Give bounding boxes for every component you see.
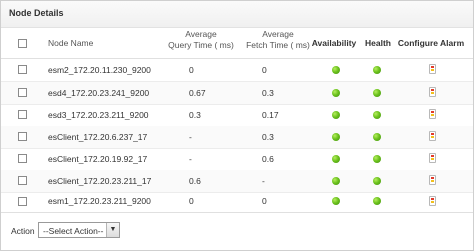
availability-status-icon bbox=[332, 197, 340, 205]
table-row: esd4_172.20.23.241_9200 0.67 0.3 bbox=[1, 82, 473, 105]
table-header: Node Name Average Query Time ( ms) Avera… bbox=[1, 28, 473, 59]
fetch-time: 0.17 bbox=[262, 110, 279, 120]
availability-status-icon bbox=[332, 66, 340, 74]
fetch-time: 0.3 bbox=[262, 132, 274, 142]
fetch-time: 0.3 bbox=[262, 88, 274, 98]
health-status-icon bbox=[373, 133, 381, 141]
table-row: esm1_172.20.23.211_9200 0 0 bbox=[1, 192, 473, 212]
action-select[interactable]: --Select Action-- ▼ bbox=[38, 222, 120, 238]
node-name[interactable]: esm1_172.20.23.211_9200 bbox=[48, 196, 151, 206]
configure-alarm-icon[interactable] bbox=[429, 131, 436, 141]
health-status-icon bbox=[373, 111, 381, 119]
query-time: 0 bbox=[189, 196, 194, 206]
header-health[interactable]: Health bbox=[362, 38, 394, 49]
health-status-icon bbox=[373, 66, 381, 74]
row-checkbox[interactable] bbox=[18, 110, 27, 119]
fetch-time: 0 bbox=[262, 65, 267, 75]
health-status-icon bbox=[373, 89, 381, 97]
health-status-icon bbox=[373, 197, 381, 205]
panel-header: Node Details bbox=[1, 1, 473, 28]
availability-status-icon bbox=[332, 155, 340, 163]
table-row: esClient_172.20.19.92_17 - 0.6 bbox=[1, 148, 473, 171]
row-checkbox[interactable] bbox=[18, 154, 27, 163]
health-status-icon bbox=[373, 155, 381, 163]
query-time: 0.3 bbox=[189, 110, 201, 120]
header-configure-alarm: Configure Alarm bbox=[397, 38, 465, 48]
configure-alarm-icon[interactable] bbox=[429, 109, 436, 119]
query-time: - bbox=[189, 132, 192, 142]
panel-title: Node Details bbox=[9, 8, 64, 18]
configure-alarm-icon[interactable] bbox=[429, 196, 436, 206]
node-name[interactable]: esClient_172.20.6.237_17 bbox=[48, 132, 147, 142]
table-row: esm2_172.20.11.230_9200 0 0 bbox=[1, 59, 473, 82]
availability-status-icon bbox=[332, 133, 340, 141]
query-time: 0.67 bbox=[189, 88, 206, 98]
configure-alarm-icon[interactable] bbox=[429, 87, 436, 97]
header-availability[interactable]: Availability bbox=[309, 38, 359, 49]
query-time: 0.6 bbox=[189, 176, 201, 186]
row-checkbox[interactable] bbox=[18, 176, 27, 185]
configure-alarm-icon[interactable] bbox=[429, 175, 436, 185]
select-all-checkbox[interactable] bbox=[18, 39, 27, 48]
availability-status-icon bbox=[332, 111, 340, 119]
action-label: Action bbox=[11, 226, 35, 236]
node-name[interactable]: esd4_172.20.23.241_9200 bbox=[48, 88, 149, 98]
table-row: esClient_172.20.6.237_17 - 0.3 bbox=[1, 126, 473, 149]
node-name[interactable]: esd3_172.20.23.211_9200 bbox=[48, 110, 149, 120]
configure-alarm-icon[interactable] bbox=[429, 64, 436, 74]
action-select-value: --Select Action-- bbox=[43, 226, 104, 236]
node-details-panel: Node Details Node Name Average Query Tim… bbox=[0, 0, 474, 251]
availability-status-icon bbox=[332, 177, 340, 185]
fetch-time: 0.6 bbox=[262, 154, 274, 164]
query-time: - bbox=[189, 154, 192, 164]
row-checkbox[interactable] bbox=[18, 65, 27, 74]
node-name[interactable]: esm2_172.20.11.230_9200 bbox=[48, 65, 151, 75]
action-bar: Action --Select Action-- ▼ bbox=[1, 212, 473, 251]
row-checkbox[interactable] bbox=[18, 132, 27, 141]
header-avg-query-time[interactable]: Average Query Time ( ms) bbox=[161, 29, 241, 51]
fetch-time: - bbox=[262, 176, 265, 186]
node-name[interactable]: esClient_172.20.19.92_17 bbox=[48, 154, 147, 164]
row-checkbox[interactable] bbox=[18, 88, 27, 97]
chevron-down-icon[interactable]: ▼ bbox=[106, 223, 119, 237]
table-row: esd3_172.20.23.211_9200 0.3 0.17 bbox=[1, 104, 473, 127]
row-checkbox[interactable] bbox=[18, 197, 27, 206]
row-spacer bbox=[1, 189, 473, 190]
query-time: 0 bbox=[189, 65, 194, 75]
header-node-name[interactable]: Node Name bbox=[48, 38, 93, 49]
availability-status-icon bbox=[332, 89, 340, 97]
header-avg-fetch-time[interactable]: Average Fetch Time ( ms) bbox=[238, 29, 318, 51]
fetch-time: 0 bbox=[262, 196, 267, 206]
health-status-icon bbox=[373, 177, 381, 185]
node-name[interactable]: esClient_172.20.23.211_17 bbox=[48, 176, 151, 186]
configure-alarm-icon[interactable] bbox=[429, 153, 436, 163]
